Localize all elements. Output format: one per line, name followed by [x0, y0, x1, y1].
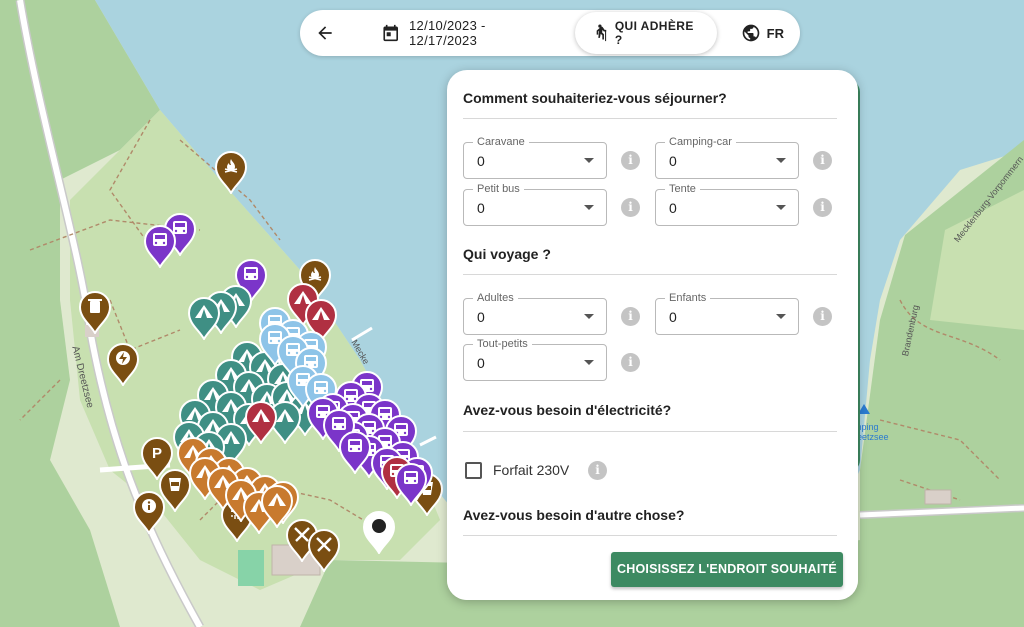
- back-button[interactable]: [300, 10, 351, 56]
- bus-map-marker[interactable]: [143, 224, 177, 268]
- adultes-select[interactable]: Adultes 0: [463, 291, 607, 335]
- tente-select[interactable]: Tente 0: [655, 182, 799, 226]
- divider: [463, 535, 837, 536]
- adultes-label: Adultes: [473, 291, 518, 305]
- camping-car-info-icon[interactable]: i: [813, 151, 832, 170]
- tente-label: Tente: [665, 182, 700, 196]
- caravane-value: 0: [477, 153, 485, 169]
- date-range-button[interactable]: 12/10/2023 - 12/17/2023: [351, 10, 566, 56]
- who-joins-label: QUI ADHÈRE ?: [614, 19, 694, 47]
- chevron-down-icon: [776, 158, 786, 163]
- travel-section-title: Qui voyage ?: [463, 246, 551, 262]
- panel-footer: CHOISISSEZ L'ENDROIT SOUHAITÉ: [447, 537, 858, 600]
- stay-section-title: Comment souhaiteriez-vous séjourner?: [463, 90, 727, 106]
- tente-info-icon[interactable]: i: [813, 198, 832, 217]
- caravane-info-icon[interactable]: i: [621, 151, 640, 170]
- language-button[interactable]: FR: [717, 10, 800, 56]
- bus-map-marker[interactable]: [338, 430, 372, 474]
- bus-map-marker[interactable]: [394, 462, 428, 506]
- divider: [463, 431, 837, 432]
- divider: [463, 274, 837, 275]
- power-map-marker[interactable]: [362, 510, 396, 554]
- campfire-map-marker[interactable]: [214, 150, 248, 194]
- forfait-230v-checkbox[interactable]: [465, 462, 482, 479]
- who-joins-button[interactable]: QUI ADHÈRE ?: [575, 12, 717, 54]
- tent-map-marker[interactable]: [244, 400, 278, 444]
- caravane-label: Caravane: [473, 135, 529, 149]
- restaurant-map-marker[interactable]: [307, 528, 341, 572]
- tent-map-marker[interactable]: [260, 484, 294, 528]
- petit-bus-info-icon[interactable]: i: [621, 198, 640, 217]
- info-map-marker[interactable]: [132, 490, 166, 534]
- forfait-230v-label[interactable]: Forfait 230V: [493, 462, 569, 478]
- chevron-down-icon: [584, 314, 594, 319]
- chevron-down-icon: [584, 158, 594, 163]
- camping-car-label: Camping-car: [665, 135, 736, 149]
- camping-car-value: 0: [669, 153, 677, 169]
- tent-map-marker[interactable]: [187, 296, 221, 340]
- svg-text:P: P: [152, 445, 162, 462]
- adultes-value: 0: [477, 309, 485, 325]
- adultes-info-icon[interactable]: i: [621, 307, 640, 326]
- chevron-down-icon: [584, 360, 594, 365]
- tout-petits-info-icon[interactable]: i: [621, 353, 640, 372]
- enfants-select[interactable]: Enfants 0: [655, 291, 799, 335]
- electricity-section-title: Avez-vous besoin d'électricité?: [463, 402, 672, 418]
- calendar-icon: [383, 24, 398, 42]
- forfait-230v-info-icon[interactable]: i: [588, 461, 607, 480]
- chevron-down-icon: [584, 205, 594, 210]
- power-map-marker[interactable]: [106, 342, 140, 386]
- trash-map-marker[interactable]: [78, 290, 112, 334]
- caravane-select[interactable]: Caravane 0: [463, 135, 607, 179]
- enfants-value: 0: [669, 309, 677, 325]
- other-section-title: Avez-vous besoin d'autre chose?: [463, 507, 685, 523]
- divider: [463, 118, 837, 119]
- petit-bus-label: Petit bus: [473, 182, 524, 196]
- language-label: FR: [766, 25, 784, 41]
- petit-bus-select[interactable]: Petit bus 0: [463, 182, 607, 226]
- chevron-down-icon: [776, 314, 786, 319]
- choose-place-button[interactable]: CHOISISSEZ L'ENDROIT SOUHAITÉ: [611, 552, 843, 587]
- chevron-down-icon: [776, 205, 786, 210]
- tout-petits-value: 0: [477, 355, 485, 371]
- top-toolbar: 12/10/2023 - 12/17/2023 QUI ADHÈRE ? FR: [300, 10, 800, 56]
- arrow-left-icon: [318, 26, 332, 40]
- enfants-info-icon[interactable]: i: [813, 307, 832, 326]
- hiker-icon: [597, 24, 607, 42]
- petit-bus-value: 0: [477, 200, 485, 216]
- booking-panel: Comment souhaiteriez-vous séjourner? Car…: [447, 70, 858, 600]
- date-range-label: 12/10/2023 - 12/17/2023: [409, 18, 486, 48]
- tout-petits-select[interactable]: Tout-petits 0: [463, 337, 607, 381]
- panel-scroll-area[interactable]: Comment souhaiteriez-vous séjourner? Car…: [463, 70, 837, 537]
- tente-value: 0: [669, 200, 677, 216]
- camping-car-select[interactable]: Camping-car 0: [655, 135, 799, 179]
- tout-petits-label: Tout-petits: [473, 337, 532, 351]
- globe-icon: [742, 24, 759, 42]
- enfants-label: Enfants: [665, 291, 711, 305]
